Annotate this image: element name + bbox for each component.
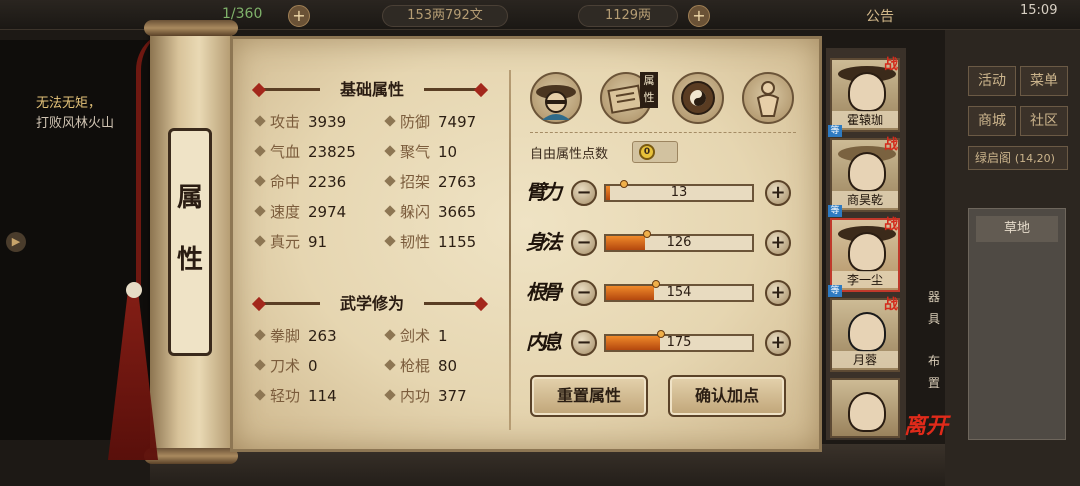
agility-bar: 126 (604, 230, 754, 252)
inner-breath-minus-button[interactable]: − (571, 330, 597, 356)
martial-header: 武学修为 (251, 292, 490, 316)
skill-lightness: 轻功 114 (254, 385, 337, 405)
location-name: 绿启阁 (14,20) (968, 146, 1068, 170)
icon-row-divider (530, 132, 796, 133)
battle-badge: 战 (884, 57, 898, 73)
martial-title: 武学修为 (339, 294, 404, 313)
skill-sword: 剑术 1 (384, 325, 448, 345)
inner-breath-plus-button[interactable]: + (765, 330, 791, 356)
strength-plus-button[interactable]: + (765, 180, 791, 206)
basic-title: 基础属性 (339, 80, 404, 99)
character-portrait-icon[interactable] (530, 72, 582, 124)
community-button[interactable]: 社区 (1020, 106, 1068, 136)
stat-true-energy: 真元 91 (254, 231, 327, 251)
terrain-label: 草地 (976, 216, 1058, 242)
scroll-rod-bottom (144, 448, 238, 464)
strength-bar: 13 (604, 180, 754, 202)
attribute-icon-tag: 属性 (640, 72, 658, 108)
stat-defense: 防御 7497 (384, 111, 476, 131)
panel-divider (509, 70, 511, 430)
strength-value: 13 (670, 185, 688, 200)
avatar (848, 72, 886, 112)
constitution-bar: 154 (604, 280, 754, 302)
location-label: 绿启阁 (975, 151, 1012, 165)
battle-badge: 战 (884, 137, 898, 153)
quest-title[interactable]: 无法无矩， (36, 92, 101, 111)
leave-button[interactable]: 离开 (904, 408, 948, 440)
stat-attack: 攻击 3939 (254, 111, 346, 131)
constitution-minus-button[interactable]: − (571, 280, 597, 306)
stat-parry: 招架 2763 (384, 171, 476, 191)
battle-badge: 战 (884, 217, 898, 233)
skill-spear: 枪棍 80 (384, 355, 457, 375)
avatar (848, 232, 886, 272)
shop-button[interactable]: 商城 (968, 106, 1016, 136)
reset-attributes-button[interactable]: 重置属性 (530, 375, 648, 417)
free-points-value: 0 (639, 144, 655, 160)
announcement-link[interactable]: 公告 (866, 6, 894, 26)
basic-header: 基础属性 (251, 78, 490, 102)
avatar (848, 152, 886, 192)
battle-badge: 战 (884, 297, 898, 313)
stat-hp: 气血 23825 (254, 141, 356, 161)
attr-agility-label: 身法 (526, 230, 562, 254)
skill-fist: 拳脚 263 (254, 325, 337, 345)
add-energy-button[interactable]: + (288, 5, 310, 27)
attr-strength-label: 臂力 (526, 180, 562, 204)
copper-display: 153两792文 (382, 5, 508, 27)
attribute-tab[interactable]: 属性 (168, 128, 212, 356)
agility-minus-button[interactable]: − (571, 230, 597, 256)
agility-plus-button[interactable]: + (765, 230, 791, 256)
member-name: 月蓉 (832, 351, 898, 368)
level-tag: 等 (828, 205, 842, 217)
level-tag: 等 (828, 285, 842, 297)
clock: 15:09 (1020, 3, 1058, 18)
stat-charge: 聚气 10 (384, 141, 457, 161)
strength-minus-button[interactable]: − (571, 180, 597, 206)
avatar (848, 312, 886, 352)
inner-breath-bar: 175 (604, 330, 754, 352)
expand-arrow-icon[interactable]: ▶ (6, 232, 26, 252)
free-points-box: 0 (632, 141, 678, 163)
quest-subtitle: 打败风林火山 (36, 116, 115, 131)
agility-value: 126 (666, 235, 692, 250)
party-member-5[interactable] (830, 378, 900, 438)
layout-tab[interactable]: 布置 (925, 350, 943, 394)
bagua-icon[interactable] (672, 72, 724, 124)
attribute-tab-label: 属性 (177, 183, 204, 275)
level-tag: 等 (828, 125, 842, 137)
add-gold-button[interactable]: + (688, 5, 710, 27)
inner-breath-value: 175 (666, 335, 692, 350)
location-coords: (14,20) (1014, 152, 1055, 165)
stat-toughness: 韧性 1155 (384, 231, 476, 251)
attr-constitution-label: 根骨 (526, 280, 562, 304)
activity-button[interactable]: 活动 (968, 66, 1016, 96)
equip-tab[interactable]: 器具 (925, 286, 943, 330)
constitution-plus-button[interactable]: + (765, 280, 791, 306)
tassel-bead (126, 282, 142, 298)
stat-dodge: 躲闪 3665 (384, 201, 476, 221)
gold-display: 1129两 (578, 5, 678, 27)
scroll-rod-top (144, 20, 238, 36)
confirm-points-button[interactable]: 确认加点 (668, 375, 786, 417)
minimap[interactable] (968, 208, 1066, 440)
free-points-label: 自由属性点数 (530, 147, 609, 162)
menu-button[interactable]: 菜单 (1020, 66, 1068, 96)
stat-speed: 速度 2974 (254, 201, 346, 221)
constitution-value: 154 (666, 285, 692, 300)
meridian-body-icon[interactable] (742, 72, 794, 124)
skill-blade: 刀术 0 (254, 355, 318, 375)
avatar (848, 392, 886, 432)
skill-inner: 内功 377 (384, 385, 467, 405)
stat-accuracy: 命中 2236 (254, 171, 346, 191)
attr-inner-breath-label: 内息 (526, 330, 562, 354)
